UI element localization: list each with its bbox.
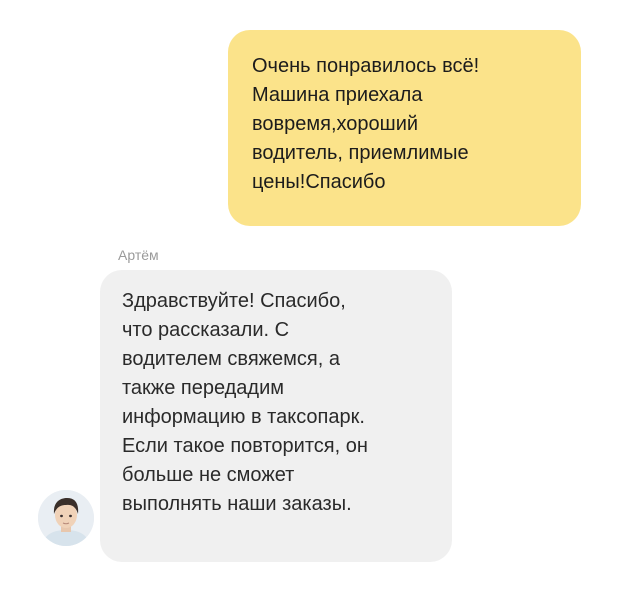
- outgoing-message-bubble: Очень понравилось всё! Машина приехала в…: [228, 30, 581, 226]
- sender-name: Артём: [118, 247, 159, 263]
- person-avatar-icon: [38, 490, 94, 546]
- chat-thread: Очень понравилось всё! Машина приехала в…: [0, 0, 620, 609]
- incoming-message-bubble: Здравствуйте! Спасибо, что рассказали. С…: [100, 270, 452, 562]
